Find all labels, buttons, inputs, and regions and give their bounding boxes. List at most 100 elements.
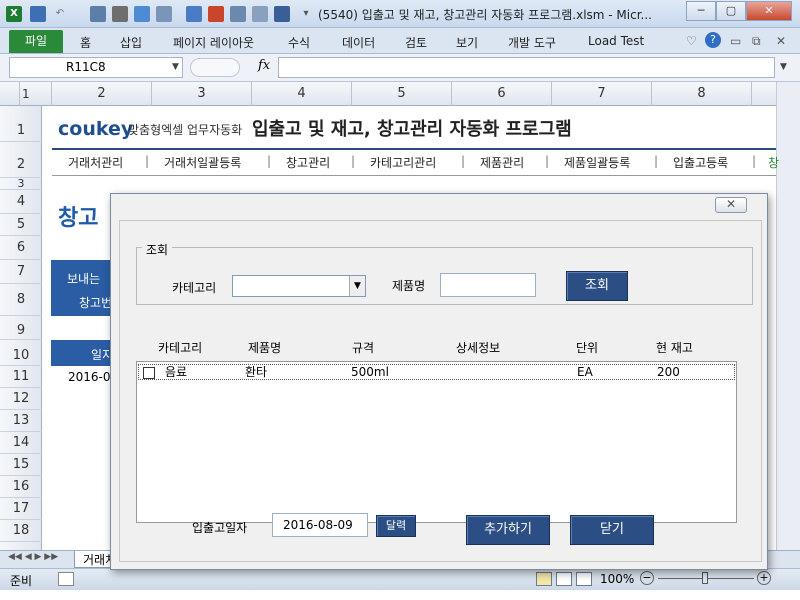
menu-inout[interactable]: 입출고등록 <box>673 154 728 171</box>
product-list[interactable]: 음료 환타 500ml EA 200 <box>136 361 737 523</box>
chart-icon[interactable] <box>208 6 224 22</box>
filter-icon[interactable] <box>156 6 172 22</box>
menu-product-bulk[interactable]: 제품일괄등록 <box>564 154 630 171</box>
item-checkbox[interactable] <box>143 367 155 379</box>
help-icon[interactable]: ? <box>705 32 721 48</box>
file-tab[interactable]: 파일 <box>9 30 63 53</box>
column-6[interactable]: 6 <box>452 82 552 106</box>
macro-record-icon[interactable] <box>58 572 74 586</box>
tab-formulas[interactable]: 수식 <box>288 34 310 51</box>
form-icon[interactable] <box>134 6 150 22</box>
product-name-label: 제품명 <box>392 279 426 293</box>
tab-insert[interactable]: 삽입 <box>120 34 142 51</box>
sort-icon[interactable] <box>112 6 128 22</box>
row-10[interactable]: 10 <box>0 340 42 366</box>
formula-bar: R11C8 ▼ fx ▼ <box>0 54 800 82</box>
menu-partial[interactable]: 창 <box>768 154 779 171</box>
row-18[interactable]: 18 <box>0 520 42 542</box>
group-icon[interactable] <box>252 6 268 22</box>
tab-developer[interactable]: 개발 도구 <box>508 34 556 51</box>
column-3[interactable]: 3 <box>152 82 252 106</box>
chevron-down-icon[interactable]: ▼ <box>349 276 365 296</box>
category-select[interactable]: ▼ <box>232 275 366 297</box>
page-break-view-icon[interactable] <box>576 572 592 586</box>
normal-view-icon[interactable] <box>536 572 552 586</box>
row-11[interactable]: 11 <box>0 366 42 388</box>
zoom-level[interactable]: 100% <box>600 572 634 586</box>
row-1[interactable]: 1 <box>0 106 42 142</box>
column-2[interactable]: 2 <box>52 82 152 106</box>
inout-date-input[interactable]: 2016-08-09 <box>272 513 368 537</box>
name-box-dropdown-icon[interactable]: ▼ <box>172 62 179 72</box>
row-14[interactable]: 14 <box>0 432 42 454</box>
tab-review[interactable]: 검토 <box>405 34 427 51</box>
row-13[interactable]: 13 <box>0 410 42 432</box>
inout-date-label: 입출고일자 <box>192 521 248 535</box>
row-3[interactable]: 3 <box>0 178 42 190</box>
select-all-corner[interactable] <box>0 82 20 106</box>
doc-minimize-icon[interactable]: ▭ <box>730 34 741 48</box>
row-15[interactable]: 15 <box>0 454 42 476</box>
undo-icon[interactable]: ↶ <box>52 6 68 22</box>
row-16[interactable]: 16 <box>0 476 42 498</box>
tab-home[interactable]: 홈 <box>80 34 91 51</box>
close-window-button[interactable]: ✕ <box>746 1 792 21</box>
doc-close-icon[interactable]: ✕ <box>776 34 786 48</box>
header-stock: 현 재고 <box>656 341 693 355</box>
row-8[interactable]: 8 <box>0 284 42 316</box>
row-9[interactable]: 9 <box>0 316 42 340</box>
doc-restore-icon[interactable]: ⧉ <box>752 34 761 49</box>
add-button[interactable]: 추가하기 <box>466 515 550 545</box>
calendar-button[interactable]: 달력 <box>376 515 416 537</box>
row-17[interactable]: 17 <box>0 498 42 520</box>
customize-icon[interactable]: ▾ <box>298 6 314 22</box>
dialog-close-button[interactable]: ✕ <box>715 197 747 213</box>
tab-view[interactable]: 보기 <box>456 34 478 51</box>
row-4[interactable]: 4 <box>0 190 42 214</box>
item-stock: 200 <box>657 365 680 379</box>
product-name-input[interactable] <box>440 273 536 297</box>
floppy-icon[interactable] <box>274 6 290 22</box>
zoom-in-icon[interactable]: + <box>757 571 771 585</box>
search-button[interactable]: 조회 <box>566 271 628 301</box>
tab-page-layout[interactable]: 페이지 레이아웃 <box>173 34 254 51</box>
zoom-thumb[interactable] <box>702 572 708 584</box>
menu-product[interactable]: 제품관리 <box>480 154 524 171</box>
menu-category[interactable]: 카테고리관리 <box>370 154 436 171</box>
vertical-scrollbar[interactable] <box>776 82 800 550</box>
calc-icon[interactable] <box>90 6 106 22</box>
column-7[interactable]: 7 <box>552 82 652 106</box>
tab-load-test[interactable]: Load Test <box>588 34 644 48</box>
page-layout-view-icon[interactable] <box>556 572 572 586</box>
row-5[interactable]: 5 <box>0 214 42 236</box>
date-cell[interactable]: 2016-0 <box>68 370 111 384</box>
column-4[interactable]: 4 <box>252 82 352 106</box>
row-6[interactable]: 6 <box>0 236 42 260</box>
zoom-out-icon[interactable]: − <box>640 571 654 585</box>
formula-expand-icon[interactable]: ▼ <box>780 62 787 72</box>
column-5[interactable]: 5 <box>352 82 452 106</box>
date-column-header: 일지 <box>51 340 115 366</box>
column-1[interactable]: 1 <box>20 82 52 106</box>
menu-customer-bulk[interactable]: 거래처일괄등록 <box>164 154 241 171</box>
ribbon-collapse-icon[interactable]: ♡ <box>686 34 697 48</box>
list-item[interactable]: 음료 환타 500ml EA 200 <box>138 364 735 380</box>
tab-data[interactable]: 데이터 <box>342 34 375 51</box>
row-7[interactable]: 7 <box>0 260 42 284</box>
tab-nav-arrows-icon[interactable]: ◀◀ ◀ ▶ ▶▶ <box>8 552 58 562</box>
menu-warehouse[interactable]: 창고관리 <box>286 154 330 171</box>
name-box[interactable]: R11C8 <box>9 57 183 78</box>
macro-icon[interactable] <box>186 6 202 22</box>
menu-customer[interactable]: 거래처관리 <box>68 154 123 171</box>
maximize-button[interactable]: ▢ <box>716 1 746 21</box>
row-12[interactable]: 12 <box>0 388 42 410</box>
table-icon[interactable] <box>230 6 246 22</box>
save-icon[interactable] <box>30 6 46 22</box>
column-8[interactable]: 8 <box>652 82 752 106</box>
close-button[interactable]: 닫기 <box>570 515 654 545</box>
row-2[interactable]: 2 <box>0 142 42 178</box>
minimize-button[interactable]: ─ <box>686 1 716 21</box>
fx-icon[interactable]: fx <box>258 58 270 73</box>
formula-expander[interactable] <box>190 58 240 77</box>
formula-input[interactable] <box>278 57 775 78</box>
